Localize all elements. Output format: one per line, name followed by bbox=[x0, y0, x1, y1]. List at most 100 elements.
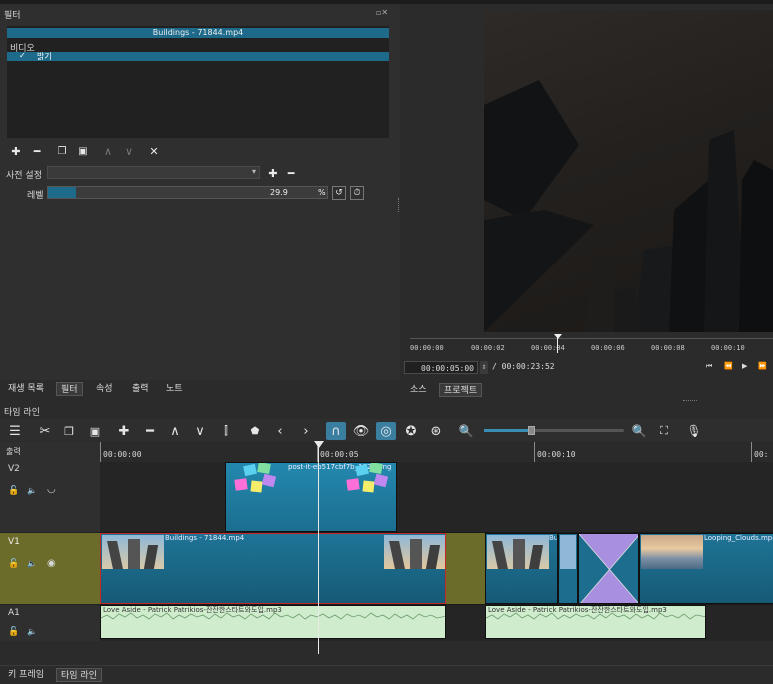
tab-filters[interactable]: 필터 bbox=[56, 382, 83, 396]
remove-icon[interactable]: ━ bbox=[140, 422, 160, 440]
zoom-fit-icon[interactable]: ⛶ bbox=[654, 422, 674, 440]
marker-icon[interactable]: ⬟ bbox=[245, 422, 265, 440]
clip-label: Buildings - 71844.mp4 bbox=[165, 534, 245, 542]
hidden-eye-icon[interactable]: ◡ bbox=[47, 484, 56, 495]
filter-item-brightness[interactable]: ✓ 밝기 bbox=[7, 51, 389, 61]
preset-select[interactable]: ▾ bbox=[47, 166, 260, 179]
ripple-all-icon[interactable]: ✪ bbox=[401, 422, 421, 440]
copy-icon[interactable]: ❐ bbox=[59, 422, 79, 440]
add-filter-button[interactable]: ✚ bbox=[9, 144, 23, 158]
save-preset-button[interactable]: ✚ bbox=[266, 166, 280, 180]
ripple-markers-icon[interactable]: ⊛ bbox=[426, 422, 446, 440]
tab-notes[interactable]: 노트 bbox=[162, 382, 187, 396]
delete-preset-button[interactable]: ━ bbox=[284, 166, 298, 180]
chevron-down-icon: ▾ bbox=[251, 167, 256, 176]
level-slider-fill bbox=[48, 187, 76, 198]
skip-to-start-icon[interactable]: ⏮ bbox=[706, 362, 712, 371]
keyframe-stopwatch-icon[interactable]: ⏱ bbox=[350, 186, 364, 200]
level-slider[interactable]: 29.9 % bbox=[47, 186, 328, 199]
previous-marker-icon[interactable]: ‹ bbox=[270, 422, 290, 440]
cut-icon[interactable]: ✂ bbox=[35, 422, 55, 440]
copy-filter-icon[interactable]: ❐ bbox=[55, 144, 69, 158]
tab-project[interactable]: 프로젝트 bbox=[439, 383, 483, 397]
buildings-thumbnail bbox=[102, 535, 164, 569]
next-marker-icon[interactable]: › bbox=[296, 422, 316, 440]
tab-timeline[interactable]: 타임 라인 bbox=[56, 668, 102, 682]
transition-clip[interactable] bbox=[578, 533, 639, 604]
lock-icon[interactable]: 🔓 bbox=[8, 559, 19, 569]
clip-buildings[interactable]: Buildings - 71844.mp4 bbox=[100, 533, 446, 604]
overwrite-icon[interactable]: ∨ bbox=[190, 422, 210, 440]
ruler-label: 00:00:05 bbox=[320, 450, 359, 459]
clip-postit[interactable]: post-it-eb517cbf7b_1920.png bbox=[225, 462, 397, 532]
audio-clip-a[interactable]: Love Aside - Patrick Patrikios-잔잔한스타트와도입… bbox=[100, 605, 446, 639]
paste-icon[interactable]: ▣ bbox=[85, 422, 105, 440]
vertical-splitter[interactable] bbox=[398, 198, 401, 212]
ruler-label: 00:00:02 bbox=[471, 344, 505, 352]
audio-clip-b[interactable]: Love Aside - Patrick Patrikios-잔잔한스타트와도입… bbox=[485, 605, 706, 639]
output-header: 출력 bbox=[0, 442, 100, 462]
fast-forward-icon[interactable]: ⏩ bbox=[758, 362, 767, 370]
mute-icon[interactable]: 🔈 bbox=[27, 559, 37, 568]
postit-thumbnail bbox=[344, 463, 394, 501]
move-up-icon[interactable]: ∧ bbox=[101, 144, 115, 158]
filter-enabled-checkbox[interactable]: ✓ bbox=[19, 51, 26, 60]
tab-properties[interactable]: 속성 bbox=[92, 382, 117, 396]
track-header-a1[interactable]: A1 🔓 🔈 bbox=[0, 605, 100, 641]
split-icon[interactable]: ⫿ bbox=[216, 422, 236, 440]
timeline-title: 타임 라인 bbox=[4, 408, 40, 418]
eye-icon[interactable]: ◉ bbox=[47, 558, 56, 569]
zoom-in-icon[interactable]: 🔍 bbox=[629, 422, 649, 440]
clip-buildings-2[interactable]: Bu bbox=[485, 533, 558, 604]
buildings-thumbnail bbox=[560, 535, 576, 569]
current-timecode-input[interactable]: 00:00:05:00 bbox=[404, 361, 478, 374]
video-viewer[interactable] bbox=[484, 10, 773, 332]
clip-looping-clouds[interactable]: Looping_Clouds.mp4 bbox=[639, 533, 773, 604]
lift-icon[interactable]: ∧ bbox=[165, 422, 185, 440]
reset-level-icon[interactable]: ↺ bbox=[332, 186, 346, 200]
lock-icon[interactable]: 🔓 bbox=[8, 486, 19, 496]
rewind-icon[interactable]: ⏪ bbox=[724, 362, 733, 370]
track-header-v2[interactable]: V2 🔓 🔈 ◡ bbox=[0, 462, 100, 533]
ruler-label: 00:00:08 bbox=[651, 344, 685, 352]
remove-filter-button[interactable]: ━ bbox=[30, 144, 44, 158]
zoom-slider-fill bbox=[484, 429, 528, 432]
scrub-icon[interactable]: 👁 bbox=[351, 422, 371, 440]
level-label: 레벨 bbox=[27, 191, 44, 201]
lock-icon[interactable]: 🔓 bbox=[8, 627, 19, 637]
level-value[interactable]: 29.9 bbox=[270, 188, 288, 197]
zoom-slider[interactable] bbox=[484, 426, 624, 435]
ripple-icon[interactable]: ◎ bbox=[376, 422, 396, 440]
snap-icon[interactable]: ∩ bbox=[326, 422, 346, 440]
horizontal-splitter[interactable] bbox=[683, 400, 697, 402]
move-down-icon[interactable]: ∨ bbox=[122, 144, 136, 158]
paste-filter-icon[interactable]: ▣ bbox=[76, 144, 90, 158]
append-icon[interactable]: ✚ bbox=[114, 422, 134, 440]
player-playhead-marker bbox=[554, 334, 562, 339]
clip-title-bar: Buildings - 71844.mp4 bbox=[7, 28, 389, 38]
zoom-out-icon[interactable]: 🔍 bbox=[456, 422, 476, 440]
timecode-spinner[interactable]: ⇕ bbox=[480, 361, 488, 374]
tab-keyframes[interactable]: 키 프레임 bbox=[4, 668, 48, 682]
track-name: V2 bbox=[8, 464, 20, 474]
buildings-thumbnail bbox=[487, 535, 549, 569]
tab-playlist[interactable]: 재생 목록 bbox=[4, 382, 48, 396]
player-ruler[interactable]: 00:00:00 00:00:02 00:00:04 00:00:06 00:0… bbox=[410, 334, 773, 355]
clip-small[interactable] bbox=[558, 533, 578, 604]
timeline-menu-icon[interactable]: ☰ bbox=[5, 422, 25, 440]
tab-source[interactable]: 소스 bbox=[406, 383, 431, 397]
panel-float-close-icons[interactable]: ▫✕ bbox=[376, 8, 388, 17]
mute-icon[interactable]: 🔈 bbox=[27, 486, 37, 495]
ruler-label: 00:00:10 bbox=[537, 450, 576, 459]
mute-icon[interactable]: 🔈 bbox=[27, 627, 37, 636]
filter-list[interactable]: Buildings - 71844.mp4 비디오 ✓ 밝기 bbox=[7, 26, 389, 138]
zoom-slider-handle[interactable] bbox=[528, 426, 535, 435]
track-header-v1[interactable]: V1 🔓 🔈 ◉ bbox=[0, 533, 100, 605]
record-audio-icon[interactable]: 🎙 bbox=[684, 422, 704, 440]
play-icon[interactable]: ▶ bbox=[742, 362, 747, 370]
total-duration: / 00:00:23:52 bbox=[492, 362, 555, 371]
deselect-filter-icon[interactable]: ✕ bbox=[147, 144, 161, 158]
timeline-playhead[interactable] bbox=[318, 444, 319, 654]
timeline-ruler[interactable]: 00:00:00 00:00:05 00:00:10 00: bbox=[100, 442, 773, 463]
tab-export[interactable]: 출력 bbox=[128, 382, 153, 396]
